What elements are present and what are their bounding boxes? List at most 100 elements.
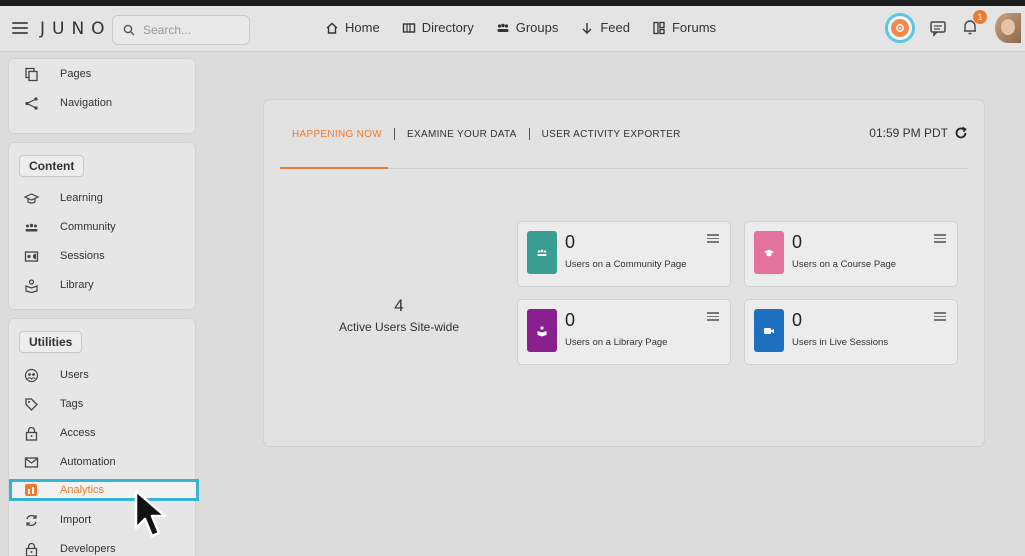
lock-icon <box>23 425 39 441</box>
gear-icon <box>891 19 909 37</box>
sidebar-item-label: Sessions <box>60 250 105 262</box>
app-window: JUNO Home Directory Groups Feed <box>0 6 1025 556</box>
users-icon <box>23 367 39 383</box>
sidebar-item-access[interactable]: Access <box>9 422 197 444</box>
sidebar-item-community[interactable]: Community <box>9 216 197 238</box>
tab-user-activity-exporter[interactable]: USER ACTIVITY EXPORTER <box>530 129 693 140</box>
nav-directory[interactable]: Directory <box>402 20 474 35</box>
list-menu-icon[interactable] <box>934 312 946 323</box>
sidebar-item-analytics[interactable]: Analytics <box>9 479 199 501</box>
active-tab-underline <box>280 167 388 169</box>
section-title-utilities: Utilities <box>19 331 83 353</box>
search-input[interactable] <box>143 23 243 37</box>
analytics-tabs: HAPPENING NOW EXAMINE YOUR DATA USER ACT… <box>280 128 693 140</box>
sidebar-item-navigation[interactable]: Navigation <box>9 92 197 114</box>
sidebar-item-label: Import <box>60 514 92 526</box>
sidebar: Pages Navigation Content Learning Commun… <box>8 58 199 556</box>
current-time: 01:59 PM PDT <box>869 126 968 140</box>
sidebar-content-card: Content Learning Community Sessions Libr… <box>8 142 196 310</box>
forums-icon <box>653 21 665 34</box>
graduation-cap-icon <box>23 190 39 206</box>
mouse-cursor-icon <box>134 489 167 538</box>
library-icon <box>23 277 39 293</box>
stat-value: 0 <box>565 232 576 252</box>
sidebar-item-label: Analytics <box>60 484 105 496</box>
search-box[interactable] <box>112 15 250 45</box>
nav-home[interactable]: Home <box>325 20 380 35</box>
sidebar-item-label: Pages <box>60 68 92 80</box>
lock-icon <box>23 541 39 556</box>
stat-label: Users on a Community Page <box>565 259 687 270</box>
refresh-icon[interactable] <box>954 126 968 140</box>
pages-icon <box>23 66 39 82</box>
sidebar-item-learning[interactable]: Learning <box>9 187 197 209</box>
analytics-icon <box>23 482 39 498</box>
nav-feed[interactable]: Feed <box>580 20 630 35</box>
list-menu-icon[interactable] <box>934 234 946 245</box>
stat-value: 0 <box>792 232 803 252</box>
stat-label: Users in Live Sessions <box>792 337 889 348</box>
sidebar-item-label: Users <box>60 369 89 381</box>
video-icon <box>754 309 784 352</box>
sidebar-item-label: Learning <box>60 192 103 204</box>
nav-home-label: Home <box>345 20 380 35</box>
notification-badge: 1 <box>973 10 987 24</box>
sidebar-item-library[interactable]: Library <box>9 274 197 296</box>
sidebar-pages-card: Pages Navigation <box>8 58 196 134</box>
admin-settings-button[interactable] <box>885 13 915 43</box>
top-bar: JUNO Home Directory Groups Feed <box>0 6 1025 52</box>
stat-card-community: 0 Users on a Community Page <box>517 221 731 287</box>
stat-value: 0 <box>792 310 803 330</box>
tab-happening-now[interactable]: HAPPENING NOW <box>280 129 394 140</box>
sidebar-item-tags[interactable]: Tags <box>9 393 197 415</box>
sidebar-item-label: Library <box>60 279 94 291</box>
arrow-down-icon <box>582 22 592 34</box>
list-menu-icon[interactable] <box>707 234 719 245</box>
tag-icon <box>23 396 39 412</box>
sidebar-item-label: Developers <box>60 543 116 555</box>
chat-icon[interactable] <box>929 19 947 37</box>
directory-icon <box>402 22 415 33</box>
active-users-count: 4 <box>394 296 404 315</box>
nav-forums-label: Forums <box>671 20 717 35</box>
nav-groups-label: Groups <box>515 20 559 35</box>
groups-icon <box>497 23 509 32</box>
library-icon <box>527 309 557 352</box>
graduation-cap-icon <box>754 231 784 274</box>
import-icon <box>23 512 39 528</box>
share-icon <box>23 95 39 111</box>
nav-directory-label: Directory <box>421 20 474 35</box>
hamburger-menu-icon[interactable] <box>12 22 28 34</box>
sidebar-item-label: Automation <box>60 456 116 468</box>
community-icon <box>23 219 39 235</box>
community-icon <box>527 231 557 274</box>
sidebar-item-users[interactable]: Users <box>9 364 197 386</box>
stat-label: Users on a Course Page <box>792 259 897 270</box>
stat-label: Users on a Library Page <box>565 337 668 348</box>
sidebar-item-automation[interactable]: Automation <box>9 451 197 473</box>
nav-forums[interactable]: Forums <box>652 20 716 35</box>
sidebar-item-pages[interactable]: Pages <box>9 63 197 85</box>
nav-groups[interactable]: Groups <box>496 20 559 35</box>
header-actions: 1 <box>885 10 1025 43</box>
sidebar-item-sessions[interactable]: Sessions <box>9 245 197 267</box>
notifications-button[interactable]: 1 <box>961 10 987 38</box>
stat-card-live-sessions: 0 Users in Live Sessions <box>744 299 958 365</box>
avatar[interactable] <box>995 13 1021 43</box>
stat-card-course: 0 Users on a Course Page <box>744 221 958 287</box>
nav-feed-label: Feed <box>600 20 630 35</box>
time-label: 01:59 PM PDT <box>869 126 948 140</box>
sidebar-item-label: Community <box>60 221 116 233</box>
mail-icon <box>23 454 39 470</box>
active-users-summary: 4 Active Users Site-wide <box>328 296 470 334</box>
analytics-panel: HAPPENING NOW EXAMINE YOUR DATA USER ACT… <box>263 99 985 447</box>
stat-value: 0 <box>565 310 576 330</box>
tab-examine-your-data[interactable]: EXAMINE YOUR DATA <box>395 129 529 140</box>
home-icon <box>326 22 338 34</box>
section-title-content: Content <box>19 155 85 177</box>
logo: JUNO <box>40 19 112 39</box>
list-menu-icon[interactable] <box>707 312 719 323</box>
sidebar-item-label: Tags <box>60 398 84 410</box>
stat-card-library: 0 Users on a Library Page <box>517 299 731 365</box>
search-icon <box>123 24 135 36</box>
